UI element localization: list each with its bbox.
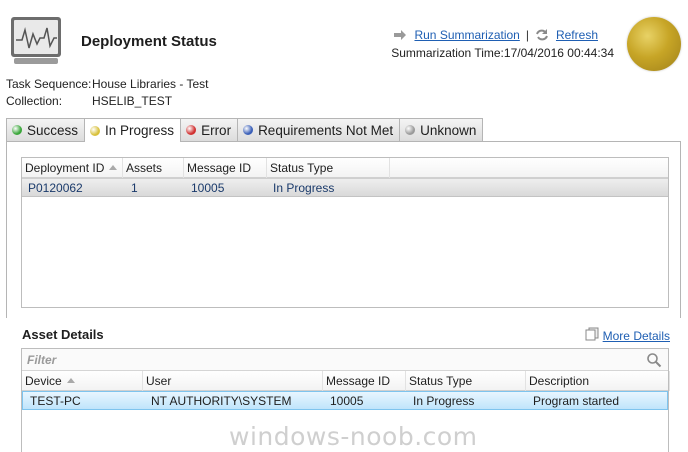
arrow-right-icon [393, 29, 407, 41]
col-message-id[interactable]: Message ID [184, 158, 267, 178]
tab-label: Success [27, 122, 79, 138]
status-tabs: Success In Progress Error Requirements N… [6, 118, 484, 142]
more-details-action: More Details [585, 327, 670, 344]
unknown-dot-icon [405, 125, 416, 135]
cell-deployment-id: P0120062 [28, 181, 83, 195]
search-icon[interactable] [646, 352, 662, 368]
filter-input[interactable] [22, 349, 642, 370]
in-progress-dot-icon [90, 125, 101, 136]
requirements-dot-icon [243, 125, 254, 135]
status-orb-icon [627, 17, 681, 71]
summarization-time: Summarization Time:17/04/2016 00:44:34 [391, 46, 614, 60]
cell-message-id: 10005 [330, 394, 364, 408]
deployments-grid: Deployment ID Assets Message ID Status T… [21, 157, 669, 308]
cell-user: NT AUTHORITY\SYSTEM [151, 394, 292, 408]
col-label: Deployment ID [25, 161, 105, 175]
col-deployment-id[interactable]: Deployment ID [22, 158, 123, 178]
cell-description: Program started [533, 394, 620, 408]
cell-assets: 1 [131, 181, 138, 195]
tab-unknown[interactable]: Unknown [399, 118, 484, 141]
sort-ascending-icon [109, 165, 118, 170]
collection-value: HSELIB_TEST [92, 94, 173, 108]
collection-label: Collection: [6, 94, 63, 108]
task-sequence-value: House Libraries - Test [92, 77, 209, 91]
col-message-id[interactable]: Message ID [323, 371, 406, 391]
col-device[interactable]: Device [22, 371, 143, 391]
deployment-monitor-icon [10, 16, 66, 66]
summarization-label: Summarization Time: [391, 46, 504, 60]
sort-ascending-icon [66, 378, 75, 383]
tab-success[interactable]: Success [6, 118, 86, 141]
details-icon [585, 327, 599, 344]
page-title: Deployment Status [81, 33, 217, 50]
tab-error[interactable]: Error [180, 118, 239, 141]
col-label: Device [25, 374, 62, 388]
cell-status-type: In Progress [413, 394, 475, 408]
task-sequence-label: Task Sequence: [6, 77, 92, 91]
error-dot-icon [186, 125, 197, 135]
success-dot-icon [12, 125, 22, 135]
refresh-icon [535, 29, 549, 41]
cell-message-id: 10005 [191, 181, 225, 195]
run-summarization-link[interactable]: Run Summarization [414, 28, 519, 42]
asset-grid-header: Device User Message ID Status Type Descr… [22, 371, 670, 391]
deployments-grid-header: Deployment ID Assets Message ID Status T… [22, 158, 668, 178]
tab-label: Unknown [420, 122, 477, 138]
table-row[interactable]: P0120062 1 10005 In Progress [22, 178, 668, 197]
refresh-link[interactable]: Refresh [556, 28, 598, 42]
tab-label: Requirements Not Met [258, 122, 394, 138]
col-user[interactable]: User [143, 371, 323, 391]
more-details-link[interactable]: More Details [603, 329, 670, 343]
col-assets[interactable]: Assets [123, 158, 184, 178]
table-row[interactable]: TEST-PC NT AUTHORITY\SYSTEM 10005 In Pro… [22, 391, 668, 410]
col-status-type[interactable]: Status Type [406, 371, 526, 391]
tab-label: In Progress [105, 123, 175, 138]
collection-row: Collection: HSELIB_TEST [6, 94, 172, 108]
col-status-type[interactable]: Status Type [267, 158, 390, 178]
cell-status-type: In Progress [273, 181, 335, 195]
tab-in-progress[interactable]: In Progress [84, 118, 182, 142]
col-description[interactable]: Description [526, 371, 670, 391]
summarization-value: 17/04/2016 00:44:34 [503, 46, 614, 60]
watermark-text: windows-noob.com [229, 422, 478, 451]
header-actions: Run Summarization | Refresh [393, 28, 598, 42]
task-sequence-row: Task Sequence: House Libraries - Test [6, 77, 209, 91]
tab-label: Error [201, 122, 232, 138]
link-separator: | [525, 28, 529, 42]
cell-device: TEST-PC [30, 394, 81, 408]
tab-requirements-not-met[interactable]: Requirements Not Met [237, 118, 401, 141]
asset-details-title: Asset Details [22, 327, 104, 342]
filter-bar [22, 349, 668, 371]
